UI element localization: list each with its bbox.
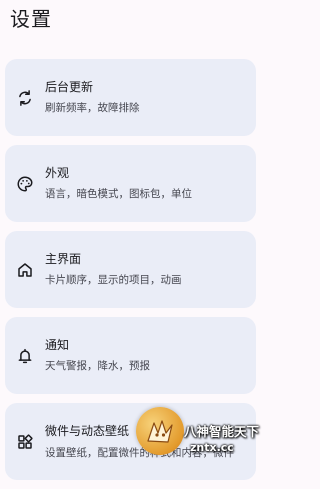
watermark-text: 八神智能天下	[184, 424, 260, 439]
watermark-url: zntx.cc	[190, 441, 234, 454]
settings-item-background-updates[interactable]: 后台更新 刷新频率，故障排除	[5, 59, 256, 136]
settings-item-title: 主界面	[45, 252, 82, 266]
settings-item-subtitle: 刷新频率，故障排除	[45, 102, 140, 114]
watermark: 八神智能天下 zntx.cc	[134, 401, 260, 467]
settings-item-title: 通知	[45, 338, 70, 352]
settings-item-subtitle: 天气警报，降水，预报	[45, 360, 150, 372]
mascot-logo	[136, 407, 184, 455]
home-icon	[16, 261, 34, 279]
bell-icon	[16, 347, 34, 365]
settings-item-main-screen[interactable]: 主界面 卡片顺序，显示的项目，动画	[5, 231, 256, 308]
page-title: 设置	[10, 7, 52, 31]
settings-item-title: 外观	[45, 166, 70, 180]
settings-item-title: 微件与动态壁纸	[45, 424, 130, 438]
settings-item-appearance[interactable]: 外观 语言，暗色模式，图标包，单位	[5, 145, 256, 222]
settings-item-subtitle: 语言，暗色模式，图标包，单位	[45, 188, 192, 200]
settings-item-notifications[interactable]: 通知 天气警报，降水，预报	[5, 317, 256, 394]
widgets-icon	[16, 433, 34, 451]
palette-icon	[16, 175, 34, 193]
settings-item-subtitle: 卡片顺序，显示的项目，动画	[45, 274, 182, 286]
settings-item-title: 后台更新	[45, 80, 94, 94]
sync-icon	[16, 89, 34, 107]
